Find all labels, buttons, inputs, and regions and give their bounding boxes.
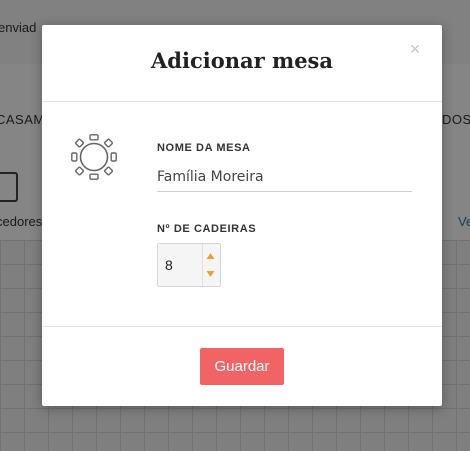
increment-arrow-icon[interactable] bbox=[202, 245, 219, 265]
chairs-count-label: Nº DE CADEIRAS bbox=[157, 223, 257, 235]
modal-footer-divider bbox=[42, 326, 442, 327]
decrement-arrow-icon[interactable] bbox=[202, 265, 219, 285]
chairs-stepper-value[interactable]: 8 bbox=[165, 257, 173, 273]
table-name-label: NOME DA MESA bbox=[157, 142, 251, 154]
chairs-stepper[interactable]: 8 bbox=[157, 243, 221, 287]
round-table-icon bbox=[71, 134, 117, 180]
close-icon[interactable]: × bbox=[406, 39, 424, 59]
save-button[interactable]: Guardar bbox=[200, 348, 284, 385]
add-table-modal: Adicionar mesa × NOME DA MESA Nº DE CADE… bbox=[42, 25, 442, 406]
modal-header-divider bbox=[42, 101, 442, 102]
table-name-input[interactable] bbox=[157, 163, 412, 192]
modal-title: Adicionar mesa bbox=[151, 48, 333, 73]
